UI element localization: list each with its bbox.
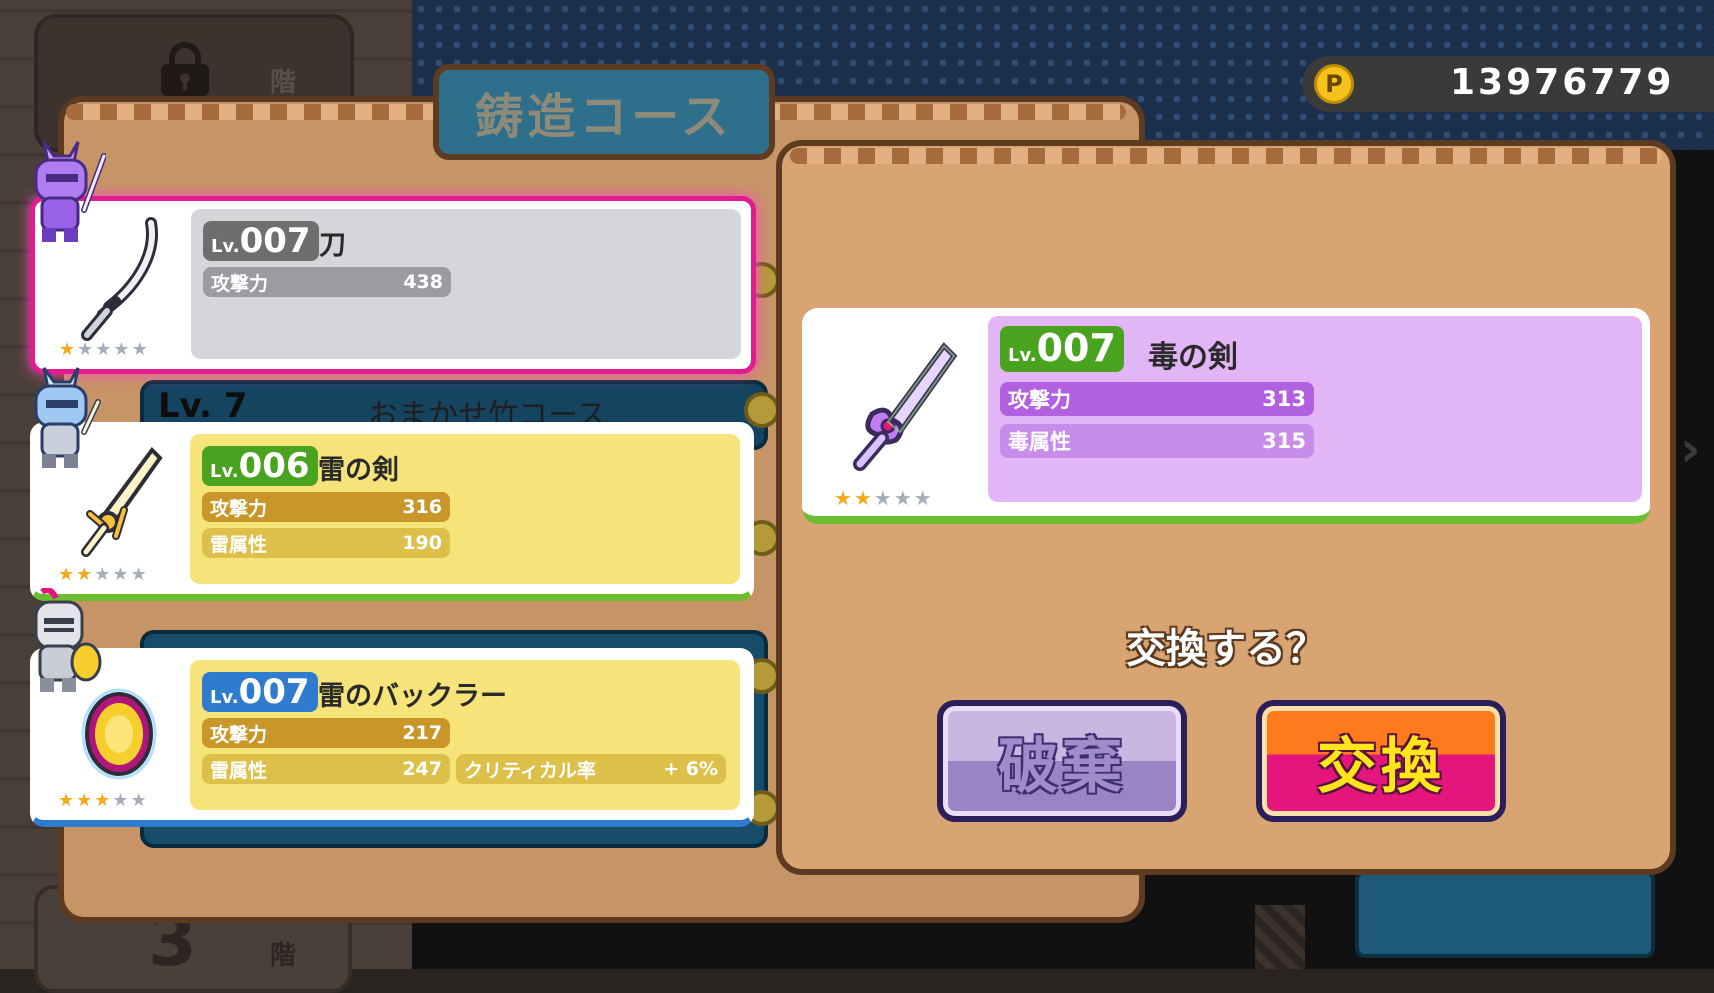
level-number: 007 bbox=[239, 221, 311, 261]
stat-label: 攻撃力 bbox=[211, 272, 269, 295]
rarity-stars: ★★★★★ bbox=[58, 790, 149, 811]
stat-value: + 6% bbox=[663, 758, 718, 780]
background-panel-edge bbox=[1355, 870, 1655, 958]
discard-button[interactable]: 破棄 bbox=[937, 700, 1187, 822]
level-prefix: Lv. bbox=[1008, 345, 1037, 366]
stat-label: 攻撃力 bbox=[1008, 388, 1071, 412]
star-empty-icon: ★ bbox=[113, 339, 132, 360]
exchange-button[interactable]: 交換 bbox=[1256, 700, 1506, 822]
stat-label: 雷属性 bbox=[210, 759, 268, 782]
level-number: 006 bbox=[238, 446, 310, 486]
level-badge: Lv. 007 bbox=[1000, 326, 1124, 372]
star-empty-icon: ★ bbox=[112, 564, 131, 585]
star-empty-icon: ★ bbox=[913, 486, 934, 510]
star-empty-icon: ★ bbox=[77, 339, 96, 360]
discard-button-label: 破棄 bbox=[998, 731, 1126, 802]
stat-bar-extra: クリティカル率 + 6% bbox=[456, 754, 726, 784]
item-name: 雷のバックラー bbox=[318, 681, 507, 712]
stat-bar: 雷属性 247 bbox=[202, 754, 450, 784]
star-empty-icon: ★ bbox=[130, 790, 149, 811]
star-filled-icon: ★ bbox=[58, 790, 77, 811]
coin-icon: P bbox=[1314, 64, 1354, 104]
level-prefix: Lv. bbox=[210, 687, 239, 708]
blue-knight-icon bbox=[34, 367, 101, 468]
level-badge: Lv. 007 bbox=[202, 672, 318, 712]
star-empty-icon: ★ bbox=[873, 486, 894, 510]
dialog-zigzag-trim bbox=[790, 148, 1662, 164]
stat-value: 217 bbox=[402, 722, 442, 744]
course-title: 鋳造コース bbox=[475, 89, 733, 145]
gear-icon bbox=[744, 392, 780, 428]
star-empty-icon: ★ bbox=[112, 790, 131, 811]
rarity-stars: ★★★★★ bbox=[58, 564, 149, 585]
item-name: 刀 bbox=[319, 230, 346, 261]
star-filled-icon: ★ bbox=[76, 790, 95, 811]
star-filled-icon: ★ bbox=[834, 486, 854, 510]
stat-value: 247 bbox=[402, 758, 442, 780]
stat-value: 438 bbox=[403, 271, 443, 293]
level-badge: Lv. 007 bbox=[203, 221, 319, 261]
exchange-button-label: 交換 bbox=[1317, 731, 1445, 802]
stat-value: 316 bbox=[402, 496, 442, 518]
purple-knight-icon bbox=[34, 141, 106, 242]
star-filled-icon: ★ bbox=[59, 339, 78, 360]
new-item-card: ★★★★★ Lv. 007 毒の剣 攻撃力 313 毒属性 315 bbox=[802, 308, 1650, 524]
star-empty-icon: ★ bbox=[130, 564, 149, 585]
course-strip-level: Lv. 7 bbox=[158, 386, 248, 426]
chevron-right-icon: › bbox=[1680, 420, 1701, 478]
item-info-panel: Lv. 007 雷のバックラー 攻撃力 217 雷属性 247 クリティカル率 … bbox=[190, 660, 740, 810]
stat-value: 315 bbox=[1262, 429, 1306, 453]
stat-bar: 攻撃力 316 bbox=[202, 492, 450, 522]
stat-label: 攻撃力 bbox=[210, 497, 268, 520]
stat-bar: 毒属性 315 bbox=[1000, 424, 1314, 458]
item-info-panel: Lv. 007 刀 攻撃力 438 bbox=[191, 209, 741, 359]
stat-label: 雷属性 bbox=[210, 533, 268, 556]
item-card[interactable]: ★★★★★ Lv. 007 雷のバックラー 攻撃力 217 雷属性 247 クリ… bbox=[30, 648, 754, 827]
course-title-tab: 鋳造コース bbox=[433, 64, 775, 160]
stat-bar: 攻撃力 313 bbox=[1000, 382, 1314, 416]
new-item-info-panel: Lv. 007 毒の剣 攻撃力 313 毒属性 315 bbox=[988, 316, 1642, 502]
level-prefix: Lv. bbox=[210, 461, 239, 482]
stat-value: 190 bbox=[402, 532, 442, 554]
lock-icon bbox=[161, 42, 209, 96]
star-filled-icon: ★ bbox=[94, 790, 113, 811]
rarity-stars: ★★★★★ bbox=[834, 486, 934, 510]
level-prefix: Lv. bbox=[211, 236, 240, 257]
scaffold-beam bbox=[1255, 905, 1305, 969]
coin-value: 13976779 bbox=[1450, 62, 1675, 103]
level-number: 007 bbox=[238, 672, 310, 712]
star-empty-icon: ★ bbox=[893, 486, 914, 510]
star-filled-icon: ★ bbox=[853, 486, 874, 510]
item-info-panel: Lv. 006 雷の剣 攻撃力 316 雷属性 190 bbox=[190, 434, 740, 584]
stat-label: 攻撃力 bbox=[210, 723, 268, 746]
item-name: 毒の剣 bbox=[1148, 340, 1238, 375]
stat-label: 毒属性 bbox=[1008, 430, 1071, 454]
item-card[interactable]: ★★★★★ Lv. 006 雷の剣 攻撃力 316 雷属性 190 bbox=[30, 422, 754, 601]
item-name: 雷の剣 bbox=[318, 455, 399, 486]
silver-knight-icon bbox=[34, 588, 102, 692]
star-empty-icon: ★ bbox=[94, 564, 113, 585]
level-number: 007 bbox=[1036, 326, 1116, 370]
stat-label: クリティカル率 bbox=[464, 759, 596, 782]
floor-label-top: 階 bbox=[270, 68, 297, 98]
stat-bar: 雷属性 190 bbox=[202, 528, 450, 558]
stat-bar: 攻撃力 438 bbox=[203, 267, 451, 297]
rarity-stars: ★★★★★ bbox=[59, 339, 150, 360]
stat-bar: 攻撃力 217 bbox=[202, 718, 450, 748]
stat-value: 313 bbox=[1262, 387, 1306, 411]
star-empty-icon: ★ bbox=[95, 339, 114, 360]
star-filled-icon: ★ bbox=[58, 564, 77, 585]
star-filled-icon: ★ bbox=[76, 564, 95, 585]
level-badge: Lv. 006 bbox=[202, 446, 318, 486]
exchange-question: 交換する？ bbox=[1126, 626, 1326, 672]
floor-label-bottom: 階 bbox=[270, 941, 297, 971]
poison-sword-icon bbox=[853, 342, 958, 471]
item-card-selected[interactable]: ★★★★★ Lv. 007 刀 攻撃力 438 bbox=[30, 196, 756, 374]
star-empty-icon: ★ bbox=[131, 339, 150, 360]
